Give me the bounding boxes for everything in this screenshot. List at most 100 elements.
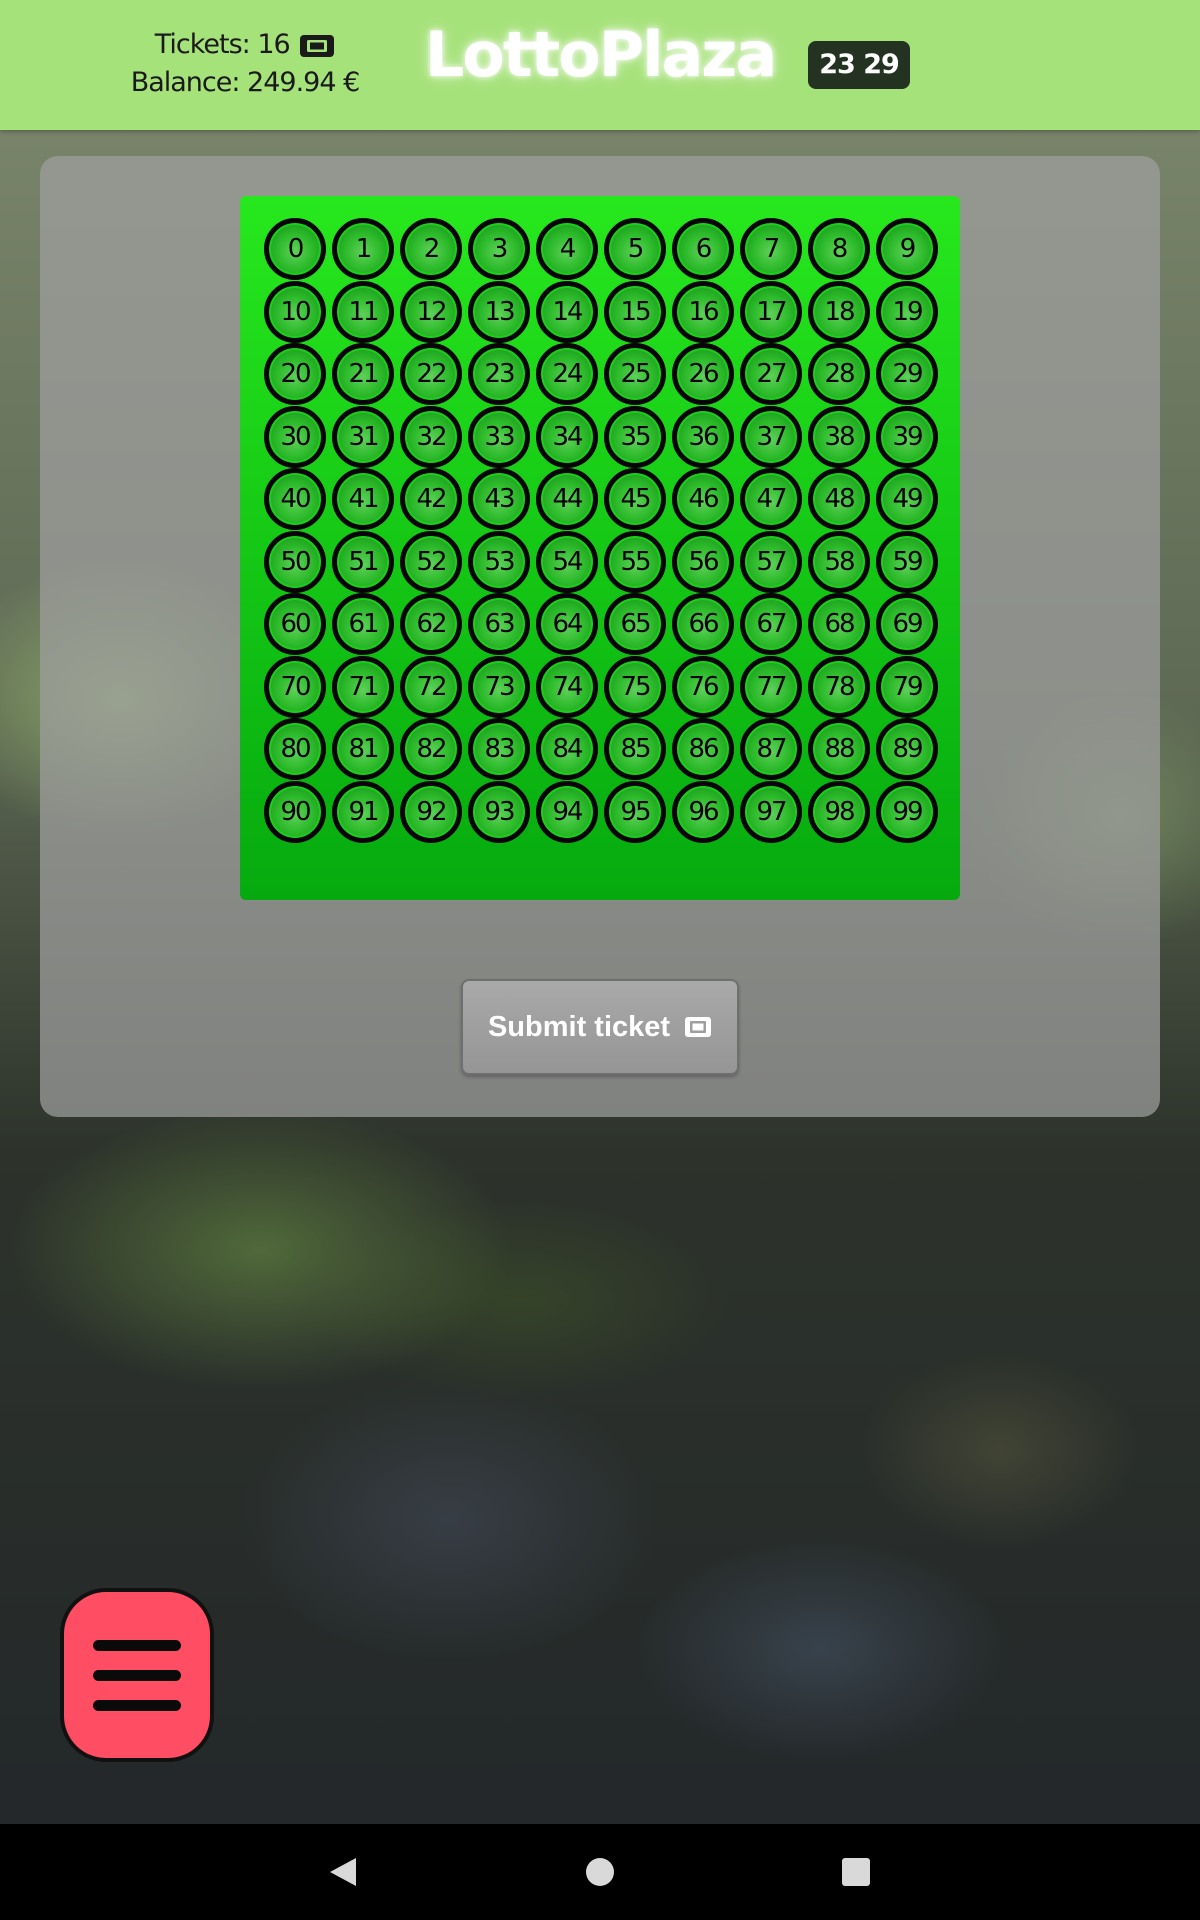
number-ball-13[interactable]: 13 [468,280,530,343]
number-ball-39[interactable]: 39 [876,405,938,468]
number-ball-81[interactable]: 81 [332,718,394,780]
number-ball-58[interactable]: 58 [808,530,870,593]
number-ball-93[interactable]: 93 [468,780,530,843]
number-ball-99[interactable]: 99 [876,780,938,843]
number-ball-1[interactable]: 1 [332,218,394,280]
number-ball-31[interactable]: 31 [332,405,394,468]
number-ball-21[interactable]: 21 [332,343,394,405]
number-ball-77[interactable]: 77 [740,655,802,718]
number-ball-26[interactable]: 26 [672,343,734,405]
number-ball-55[interactable]: 55 [604,530,666,593]
number-ball-36[interactable]: 36 [672,405,734,468]
number-ball-8[interactable]: 8 [808,218,870,280]
number-ball-4[interactable]: 4 [536,218,598,280]
number-ball-56[interactable]: 56 [672,530,734,593]
number-ball-11[interactable]: 11 [332,280,394,343]
number-ball-88[interactable]: 88 [808,718,870,780]
number-ball-87[interactable]: 87 [740,718,802,780]
number-ball-38[interactable]: 38 [808,405,870,468]
number-ball-78[interactable]: 78 [808,655,870,718]
number-ball-86[interactable]: 86 [672,718,734,780]
number-ball-71[interactable]: 71 [332,655,394,718]
number-ball-62[interactable]: 62 [400,593,462,655]
number-ball-9[interactable]: 9 [876,218,938,280]
number-ball-18[interactable]: 18 [808,280,870,343]
submit-ticket-button[interactable]: Submit ticket [461,979,739,1075]
number-ball-76[interactable]: 76 [672,655,734,718]
number-ball-24[interactable]: 24 [536,343,598,405]
number-ball-97[interactable]: 97 [740,780,802,843]
home-icon[interactable] [580,1852,620,1892]
number-ball-90[interactable]: 90 [264,780,326,843]
number-ball-89[interactable]: 89 [876,718,938,780]
number-ball-61[interactable]: 61 [332,593,394,655]
number-ball-98[interactable]: 98 [808,780,870,843]
number-ball-22[interactable]: 22 [400,343,462,405]
number-ball-82[interactable]: 82 [400,718,462,780]
number-ball-12[interactable]: 12 [400,280,462,343]
number-ball-42[interactable]: 42 [400,468,462,530]
number-ball-69[interactable]: 69 [876,593,938,655]
number-ball-70[interactable]: 70 [264,655,326,718]
number-ball-64[interactable]: 64 [536,593,598,655]
number-ball-20[interactable]: 20 [264,343,326,405]
number-ball-40[interactable]: 40 [264,468,326,530]
number-ball-57[interactable]: 57 [740,530,802,593]
number-ball-28[interactable]: 28 [808,343,870,405]
number-ball-34[interactable]: 34 [536,405,598,468]
number-ball-30[interactable]: 30 [264,405,326,468]
number-ball-45[interactable]: 45 [604,468,666,530]
menu-button[interactable] [60,1588,214,1762]
number-ball-66[interactable]: 66 [672,593,734,655]
number-ball-15[interactable]: 15 [604,280,666,343]
number-ball-47[interactable]: 47 [740,468,802,530]
number-ball-59[interactable]: 59 [876,530,938,593]
number-ball-74[interactable]: 74 [536,655,598,718]
number-ball-2[interactable]: 2 [400,218,462,280]
number-ball-84[interactable]: 84 [536,718,598,780]
number-ball-32[interactable]: 32 [400,405,462,468]
recent-apps-icon[interactable] [836,1852,876,1892]
number-ball-80[interactable]: 80 [264,718,326,780]
number-ball-6[interactable]: 6 [672,218,734,280]
number-ball-46[interactable]: 46 [672,468,734,530]
number-ball-50[interactable]: 50 [264,530,326,593]
number-ball-75[interactable]: 75 [604,655,666,718]
number-ball-16[interactable]: 16 [672,280,734,343]
number-ball-49[interactable]: 49 [876,468,938,530]
number-ball-72[interactable]: 72 [400,655,462,718]
number-ball-53[interactable]: 53 [468,530,530,593]
number-ball-19[interactable]: 19 [876,280,938,343]
number-ball-67[interactable]: 67 [740,593,802,655]
number-ball-37[interactable]: 37 [740,405,802,468]
number-ball-92[interactable]: 92 [400,780,462,843]
number-ball-95[interactable]: 95 [604,780,666,843]
number-ball-48[interactable]: 48 [808,468,870,530]
number-ball-23[interactable]: 23 [468,343,530,405]
number-ball-73[interactable]: 73 [468,655,530,718]
number-ball-83[interactable]: 83 [468,718,530,780]
number-ball-41[interactable]: 41 [332,468,394,530]
number-ball-54[interactable]: 54 [536,530,598,593]
number-ball-3[interactable]: 3 [468,218,530,280]
number-ball-91[interactable]: 91 [332,780,394,843]
number-ball-27[interactable]: 27 [740,343,802,405]
number-ball-0[interactable]: 0 [264,218,326,280]
number-ball-25[interactable]: 25 [604,343,666,405]
number-ball-79[interactable]: 79 [876,655,938,718]
number-ball-68[interactable]: 68 [808,593,870,655]
number-ball-7[interactable]: 7 [740,218,802,280]
number-ball-94[interactable]: 94 [536,780,598,843]
number-ball-29[interactable]: 29 [876,343,938,405]
number-ball-14[interactable]: 14 [536,280,598,343]
number-ball-35[interactable]: 35 [604,405,666,468]
number-ball-5[interactable]: 5 [604,218,666,280]
number-ball-43[interactable]: 43 [468,468,530,530]
number-ball-44[interactable]: 44 [536,468,598,530]
number-ball-85[interactable]: 85 [604,718,666,780]
number-ball-52[interactable]: 52 [400,530,462,593]
number-ball-96[interactable]: 96 [672,780,734,843]
number-ball-33[interactable]: 33 [468,405,530,468]
number-ball-65[interactable]: 65 [604,593,666,655]
number-ball-63[interactable]: 63 [468,593,530,655]
